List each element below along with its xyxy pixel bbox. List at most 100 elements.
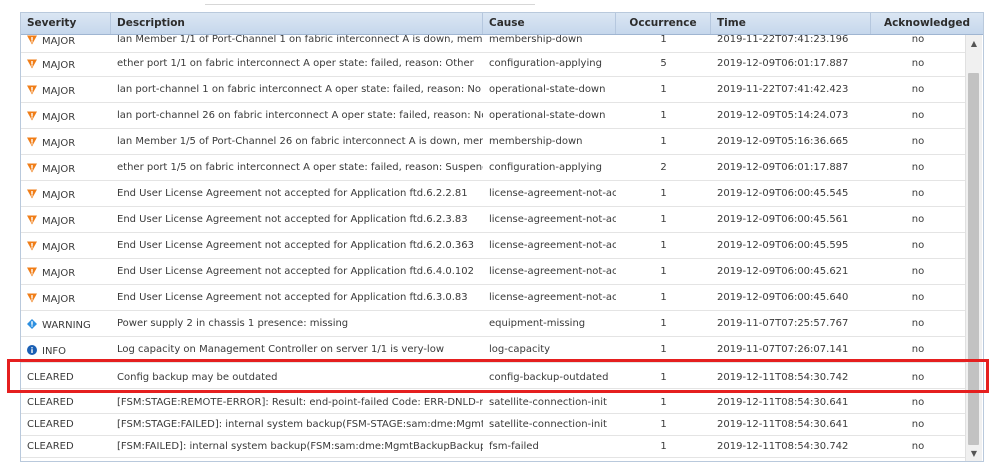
table-row[interactable]: MAJOR lan port-channel 26 on fabric inter… — [21, 103, 965, 129]
column-header-occurrence[interactable]: Occurrence — [616, 13, 711, 34]
cell-occurrence: 2 — [616, 155, 711, 180]
cell-severity: WARNING — [21, 311, 111, 336]
column-header-time[interactable]: Time — [711, 13, 871, 34]
scroll-down-arrow-icon[interactable]: ▼ — [966, 445, 982, 461]
cell-occurrence: 1 — [616, 207, 711, 232]
table-header: Severity Description Cause Occurrence Ti… — [21, 13, 983, 35]
cell-cause: config-backup-outdated — [483, 367, 616, 388]
cell-occurrence: 1 — [616, 367, 711, 388]
time-text: 2019-11-07T07:25:57.767 — [717, 318, 849, 329]
column-header-acknowledged[interactable]: Acknowledged — [871, 13, 983, 34]
major-triangle-icon — [27, 215, 37, 225]
cell-occurrence: 1 — [616, 129, 711, 154]
scrollbar-thumb[interactable] — [968, 73, 979, 445]
severity-label: MAJOR — [42, 60, 76, 71]
cell-severity: MAJOR — [21, 129, 111, 154]
cell-occurrence: 1 — [616, 337, 711, 362]
description-text: lan port-channel 1 on fabric interconnec… — [117, 84, 483, 95]
table-row[interactable]: MAJOR ether port 1/1 on fabric interconne… — [21, 51, 965, 77]
cell-occurrence: 1 — [616, 103, 711, 128]
table-row[interactable]: MAJOR End User License Agreement not acce… — [21, 285, 965, 311]
cell-severity: CLEARED — [21, 367, 111, 388]
table-row[interactable]: MAJOR End User License Agreement not acce… — [21, 181, 965, 207]
table-row[interactable]: MAJOR lan port-channel 1 on fabric interc… — [21, 77, 965, 103]
cell-time: 2019-11-07T07:26:07.141 — [711, 337, 871, 362]
table-row[interactable]: CLEARED [FSM:STAGE:REMOTE-ERROR]: Result:… — [21, 392, 965, 414]
severity-label: MAJOR — [42, 164, 76, 175]
description-text: ether port 1/5 on fabric interconnect A … — [117, 162, 483, 173]
cell-acknowledged: no — [871, 337, 965, 362]
cell-acknowledged: no — [871, 392, 965, 413]
major-triangle-icon — [27, 189, 37, 199]
occurrence-text: 1 — [660, 188, 667, 199]
cell-description: End User License Agreement not accepted … — [111, 207, 483, 232]
column-header-severity[interactable]: Severity — [21, 13, 111, 34]
description-text: [FSM:FAILED]: internal system backup(FSM… — [117, 441, 483, 452]
cell-time: 2019-11-22T07:41:42.423 — [711, 77, 871, 102]
cell-time: 2019-12-09T06:00:45.640 — [711, 285, 871, 310]
cell-severity: INFO — [21, 337, 111, 362]
cell-time: 2019-12-09T06:01:17.887 — [711, 155, 871, 180]
acknowledged-text: no — [911, 372, 925, 383]
vertical-scrollbar[interactable]: ▲ ▼ — [965, 35, 982, 461]
column-header-cause[interactable]: Cause — [483, 13, 616, 34]
cause-text: fsm-failed — [489, 441, 539, 452]
cell-severity: MAJOR — [21, 35, 111, 52]
time-text: 2019-12-09T06:01:17.887 — [717, 162, 849, 173]
cell-severity: CLEARED — [21, 414, 111, 435]
table-row[interactable]: MAJOR ether port 1/5 on fabric interconne… — [21, 155, 965, 181]
cell-description: Power supply 2 in chassis 1 presence: mi… — [111, 311, 483, 336]
cell-acknowledged: no — [871, 155, 965, 180]
cell-description: Config backup may be outdated — [111, 367, 483, 388]
cell-occurrence: 1 — [616, 285, 711, 310]
cause-text: configuration-applying — [489, 162, 602, 173]
scroll-up-arrow-icon[interactable]: ▲ — [966, 35, 982, 51]
cell-severity: MAJOR — [21, 51, 111, 76]
time-text: 2019-11-22T07:41:23.196 — [717, 35, 849, 45]
column-header-description[interactable]: Description — [111, 13, 483, 34]
table-row[interactable]: INFO Log capacity on Management Controlle… — [21, 337, 965, 363]
table-row[interactable]: CLEARED [FSM:STAGE:FAILED]: internal syst… — [21, 414, 965, 436]
cell-occurrence: 1 — [616, 392, 711, 413]
occurrence-text: 1 — [660, 292, 667, 303]
cell-time: 2019-12-09T06:00:45.561 — [711, 207, 871, 232]
description-text: Power supply 2 in chassis 1 presence: mi… — [117, 318, 349, 329]
occurrence-text: 1 — [660, 318, 667, 329]
table-row[interactable]: CLEARED Config backup may be outdated conf… — [21, 367, 965, 389]
cause-text: config-backup-outdated — [489, 372, 609, 383]
cell-description: End User License Agreement not accepted … — [111, 259, 483, 284]
table-row[interactable]: MAJOR lan Member 1/5 of Port-Channel 26 o… — [21, 129, 965, 155]
cell-severity: MAJOR — [21, 77, 111, 102]
table-row[interactable]: MAJOR End User License Agreement not acce… — [21, 207, 965, 233]
acknowledged-text: no — [911, 110, 925, 121]
table-row[interactable]: WARNING Power supply 2 in chassis 1 prese… — [21, 311, 965, 337]
table-row[interactable]: CLEARED [FSM:FAILED]: internal system bac… — [21, 436, 965, 458]
acknowledged-text: no — [911, 35, 925, 45]
cell-acknowledged: no — [871, 77, 965, 102]
acknowledged-text: no — [911, 162, 925, 173]
severity-label: MAJOR — [42, 190, 76, 201]
cell-cause: configuration-applying — [483, 51, 616, 76]
cell-cause: log-capacity — [483, 337, 616, 362]
table-row[interactable]: MAJOR End User License Agreement not acce… — [21, 259, 965, 285]
cell-time: 2019-12-11T08:54:30.742 — [711, 436, 871, 457]
cell-acknowledged: no — [871, 51, 965, 76]
cell-description: [FSM:STAGE:FAILED]: internal system back… — [111, 414, 483, 435]
occurrence-text: 2 — [660, 162, 667, 173]
occurrence-text: 1 — [660, 372, 667, 383]
description-text: lan Member 1/5 of Port-Channel 26 on fab… — [117, 136, 483, 147]
table-row[interactable]: MAJOR End User License Agreement not acce… — [21, 233, 965, 259]
cell-cause: license-agreement-not-acc... — [483, 259, 616, 284]
cell-acknowledged: no — [871, 311, 965, 336]
cell-time: 2019-11-07T07:25:57.767 — [711, 311, 871, 336]
major-triangle-icon — [27, 267, 37, 277]
cause-text: satellite-connection-init — [489, 419, 607, 430]
major-triangle-icon — [27, 111, 37, 121]
occurrence-text: 1 — [660, 266, 667, 277]
severity-label: MAJOR — [42, 216, 76, 227]
occurrence-text: 1 — [660, 110, 667, 121]
cell-cause: license-agreement-not-acc... — [483, 233, 616, 258]
cause-text: equipment-missing — [489, 318, 586, 329]
cell-description: lan port-channel 1 on fabric interconnec… — [111, 77, 483, 102]
cell-time: 2019-12-09T06:00:45.595 — [711, 233, 871, 258]
